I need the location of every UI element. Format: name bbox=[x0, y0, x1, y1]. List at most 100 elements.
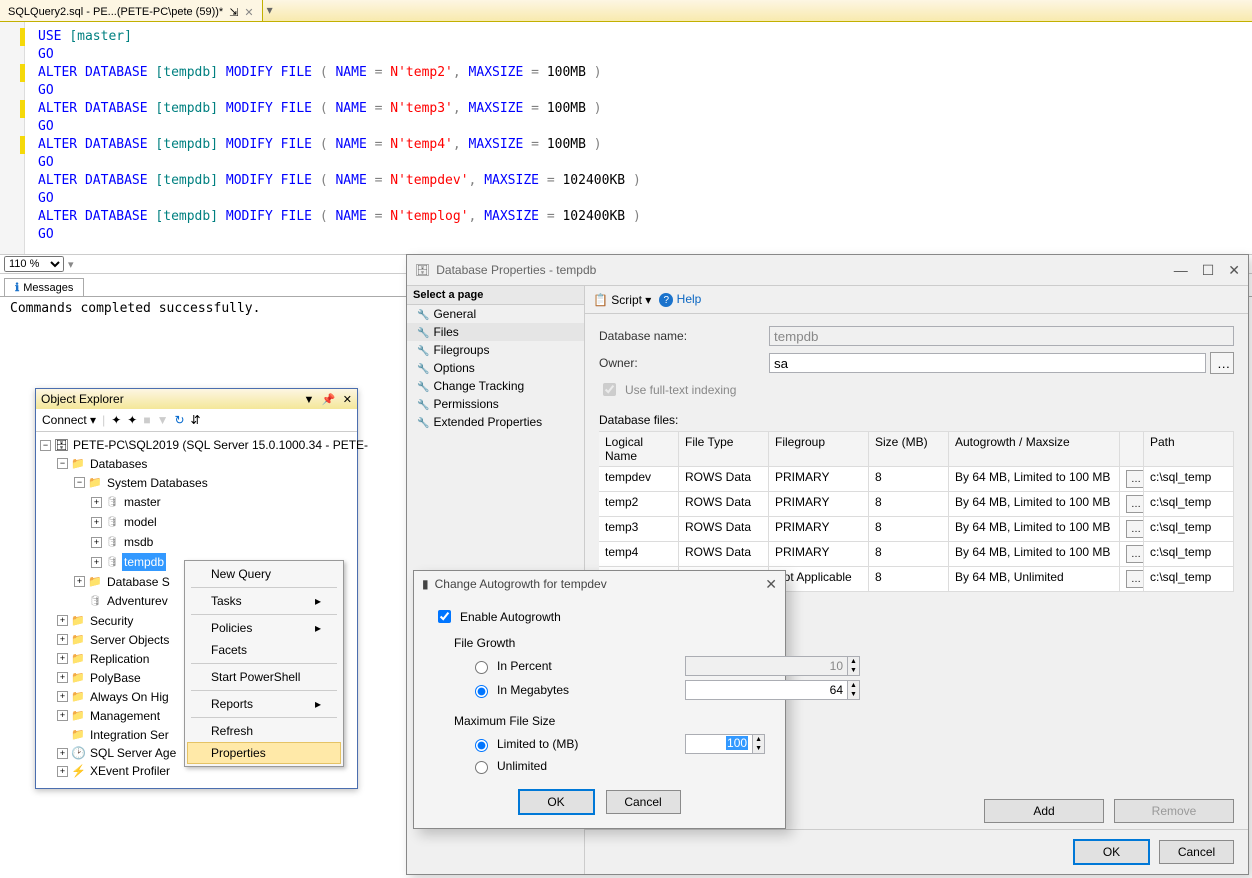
col-logical-name[interactable]: Logical Name bbox=[599, 431, 679, 467]
db-snapshots-node[interactable]: Database S bbox=[105, 573, 172, 591]
expand-icon[interactable]: + bbox=[57, 653, 68, 664]
expand-icon[interactable]: + bbox=[91, 497, 102, 508]
limited-input[interactable]: 100 bbox=[685, 734, 753, 754]
add-button[interactable]: Add bbox=[984, 799, 1104, 823]
pin-icon[interactable]: ⇲ bbox=[229, 6, 238, 19]
owner-input[interactable] bbox=[769, 353, 1206, 373]
management-node[interactable]: Management bbox=[88, 707, 162, 725]
tab-overflow-icon[interactable]: ▾ bbox=[263, 0, 277, 21]
ellipsis-button[interactable]: … bbox=[1126, 470, 1144, 488]
expand-icon[interactable]: + bbox=[57, 672, 68, 683]
refresh-icon[interactable]: ↻ bbox=[174, 413, 184, 427]
col-file-type[interactable]: File Type bbox=[679, 431, 769, 467]
toolbar-icon[interactable]: ■ bbox=[143, 413, 150, 427]
expand-icon[interactable]: + bbox=[57, 691, 68, 702]
autogrowth-titlebar[interactable]: ▮ Change Autogrowth for tempdev ✕ bbox=[414, 571, 785, 597]
toolbar-icon[interactable]: ✦ bbox=[127, 413, 137, 427]
menu-facets[interactable]: Facets bbox=[187, 639, 341, 661]
menu-reports[interactable]: Reports▸ bbox=[187, 693, 341, 715]
in-percent-radio[interactable] bbox=[475, 661, 488, 674]
filter-icon[interactable]: ▼ bbox=[157, 413, 169, 427]
databases-node[interactable]: Databases bbox=[88, 455, 149, 473]
in-mb-radio[interactable] bbox=[475, 685, 488, 698]
menu-refresh[interactable]: Refresh bbox=[187, 720, 341, 742]
close-icon[interactable]: ✕ bbox=[765, 576, 777, 593]
table-row[interactable]: tempdevROWS DataPRIMARY8By 64 MB, Limite… bbox=[599, 467, 1234, 492]
expand-icon[interactable]: − bbox=[40, 440, 51, 451]
expand-icon[interactable]: + bbox=[91, 557, 102, 568]
props-titlebar[interactable]: 🗄 Database Properties - tempdb — ☐ ✕ bbox=[407, 255, 1248, 285]
spin-up-icon[interactable]: ▲ bbox=[848, 681, 859, 690]
ellipsis-button[interactable]: … bbox=[1126, 570, 1144, 588]
expand-icon[interactable]: − bbox=[57, 458, 68, 469]
cancel-button[interactable]: Cancel bbox=[606, 790, 681, 814]
close-icon[interactable]: ✕ bbox=[343, 394, 352, 406]
nav-change-tracking[interactable]: Change Tracking bbox=[407, 377, 584, 395]
col-path[interactable]: Path bbox=[1144, 431, 1234, 467]
help-button[interactable]: ? Help bbox=[659, 292, 701, 308]
unlimited-radio[interactable] bbox=[475, 761, 488, 774]
security-node[interactable]: Security bbox=[88, 612, 135, 630]
sqlagent-node[interactable]: SQL Server Age bbox=[88, 744, 178, 762]
dbfiles-table[interactable]: Logical Name File Type Filegroup Size (M… bbox=[599, 431, 1234, 592]
db-node-tempdb[interactable]: tempdb bbox=[122, 553, 166, 571]
sql-editor[interactable]: USE [master] GO ALTER DATABASE [tempdb] … bbox=[0, 22, 1252, 254]
close-tab-icon[interactable]: ✕ bbox=[244, 6, 253, 19]
expand-icon[interactable]: + bbox=[57, 710, 68, 721]
expand-icon[interactable]: + bbox=[57, 634, 68, 645]
ok-button[interactable]: OK bbox=[519, 790, 594, 814]
ok-button[interactable]: OK bbox=[1074, 840, 1149, 864]
table-row[interactable]: temp2ROWS DataPRIMARY8By 64 MB, Limited … bbox=[599, 492, 1234, 517]
object-explorer-titlebar[interactable]: Object Explorer ▼ 📌 ✕ bbox=[36, 389, 357, 409]
mb-input[interactable] bbox=[685, 680, 848, 700]
col-size[interactable]: Size (MB) bbox=[869, 431, 949, 467]
minimize-icon[interactable]: — bbox=[1174, 262, 1188, 279]
nav-general[interactable]: General bbox=[407, 305, 584, 323]
db-node-msdb[interactable]: msdb bbox=[122, 533, 155, 551]
expand-icon[interactable]: − bbox=[74, 477, 85, 488]
expand-icon[interactable]: + bbox=[57, 615, 68, 626]
system-databases-node[interactable]: System Databases bbox=[105, 474, 210, 492]
maximize-icon[interactable]: ☐ bbox=[1202, 262, 1215, 279]
spin-down-icon[interactable]: ▼ bbox=[848, 690, 859, 699]
toolbar-icon[interactable]: ✦ bbox=[111, 413, 121, 427]
db-node-adventureworks[interactable]: Adventurev bbox=[105, 592, 170, 610]
menu-properties[interactable]: Properties bbox=[187, 742, 341, 764]
close-icon[interactable]: ✕ bbox=[1228, 262, 1240, 279]
limited-radio[interactable] bbox=[475, 739, 488, 752]
menu-tasks[interactable]: Tasks▸ bbox=[187, 590, 341, 612]
owner-browse-button[interactable]: … bbox=[1210, 352, 1234, 374]
spin-down-icon[interactable]: ▼ bbox=[753, 744, 764, 753]
file-tab[interactable]: SQLQuery2.sql - PE...(PETE-PC\pete (59))… bbox=[0, 0, 263, 21]
menu-policies[interactable]: Policies▸ bbox=[187, 617, 341, 639]
nav-extended-properties[interactable]: Extended Properties bbox=[407, 413, 584, 431]
expand-icon[interactable]: + bbox=[74, 576, 85, 587]
expand-icon[interactable]: + bbox=[91, 517, 102, 528]
script-button[interactable]: 📋 Script ▾ bbox=[593, 293, 651, 307]
activity-icon[interactable]: ⇵ bbox=[191, 413, 201, 427]
ellipsis-button[interactable]: … bbox=[1126, 520, 1144, 538]
expand-icon[interactable]: + bbox=[57, 748, 68, 759]
ellipsis-button[interactable]: … bbox=[1126, 545, 1144, 563]
nav-files[interactable]: Files bbox=[407, 323, 584, 341]
spin-up-icon[interactable]: ▲ bbox=[753, 735, 764, 744]
table-row[interactable]: temp3ROWS DataPRIMARY8By 64 MB, Limited … bbox=[599, 517, 1234, 542]
nav-options[interactable]: Options bbox=[407, 359, 584, 377]
col-filegroup[interactable]: Filegroup bbox=[769, 431, 869, 467]
col-autogrowth[interactable]: Autogrowth / Maxsize bbox=[949, 431, 1120, 467]
menu-start-powershell[interactable]: Start PowerShell bbox=[187, 666, 341, 688]
server-node[interactable]: PETE-PC\SQL2019 (SQL Server 15.0.1000.34… bbox=[71, 436, 370, 454]
expand-icon[interactable]: + bbox=[91, 537, 102, 548]
polybase-node[interactable]: PolyBase bbox=[88, 669, 143, 687]
xevent-profiler-node[interactable]: XEvent Profiler bbox=[88, 762, 172, 780]
dropdown-icon[interactable]: ▼ bbox=[304, 394, 315, 406]
ellipsis-button[interactable]: … bbox=[1126, 495, 1144, 513]
integration-services-node[interactable]: Integration Ser bbox=[88, 726, 171, 744]
messages-tab[interactable]: Messages bbox=[4, 278, 84, 296]
enable-autogrowth-checkbox[interactable] bbox=[438, 610, 451, 623]
table-row[interactable]: temp4ROWS DataPRIMARY8By 64 MB, Limited … bbox=[599, 542, 1234, 567]
alwayson-node[interactable]: Always On Hig bbox=[88, 688, 171, 706]
menu-new-query[interactable]: New Query bbox=[187, 563, 341, 585]
server-objects-node[interactable]: Server Objects bbox=[88, 631, 171, 649]
nav-filegroups[interactable]: Filegroups bbox=[407, 341, 584, 359]
